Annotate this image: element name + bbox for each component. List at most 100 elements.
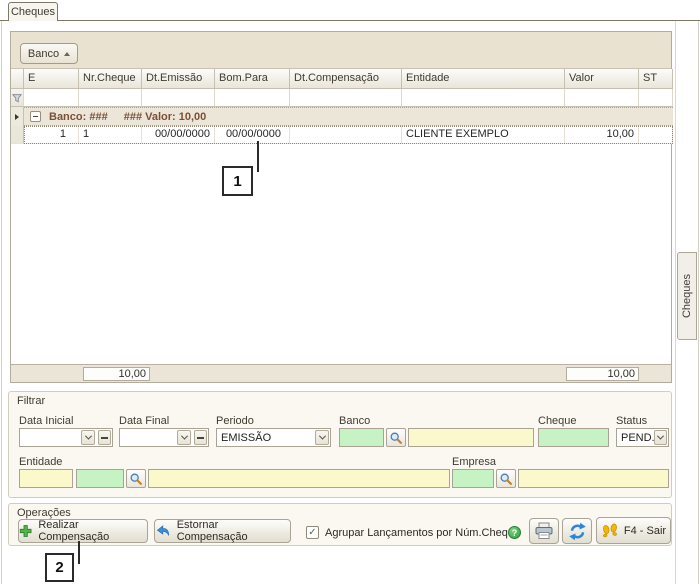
entidade-extra-input[interactable] [19, 469, 73, 488]
data-final-field[interactable] [119, 428, 209, 447]
entidade-description-input[interactable] [148, 469, 450, 488]
empresa-code-input[interactable] [452, 469, 494, 488]
chevron-down-icon [180, 433, 187, 440]
cell-bom-para[interactable]: 00/00/0000 [215, 126, 290, 144]
realizar-compensacao-label: Realizar Compensação [38, 519, 147, 543]
periodo-combobox[interactable]: EMISSÃO [216, 428, 331, 447]
banco-search-button[interactable] [386, 428, 406, 447]
operacoes-groupbox: Operações Realizar Compensação Estornar … [8, 503, 672, 546]
group-row-indicator [11, 107, 24, 126]
grid-footer: 10,00 10,00 [11, 364, 671, 382]
side-tab-cheques[interactable]: Cheques [677, 252, 697, 340]
undo-arrow-icon [155, 524, 171, 538]
cheque-input[interactable] [538, 428, 609, 447]
data-final-dropdown-button[interactable] [177, 430, 191, 445]
chevron-down-icon [84, 433, 91, 440]
cell-e[interactable]: 1 [24, 126, 79, 144]
group-row-banco[interactable]: Banco: ### ### Valor: 10,00 [24, 107, 673, 126]
empresa-description-input[interactable] [518, 469, 669, 488]
group-row-left-text: Banco: ### [49, 111, 108, 123]
filter-cell-e[interactable] [24, 89, 79, 107]
column-header-valor[interactable]: Valor [565, 69, 639, 89]
status-combobox[interactable]: PEND... [616, 428, 669, 447]
data-final-clear-button[interactable] [194, 430, 207, 445]
refresh-icon [568, 522, 587, 541]
f4-sair-button[interactable]: F4 - Sair [596, 517, 671, 544]
filter-cell-bom-para[interactable] [215, 89, 290, 107]
side-tab-cheques-label: Cheques [681, 274, 693, 318]
column-header-nr-cheque[interactable]: Nr.Cheque [79, 69, 142, 89]
tab-cheques[interactable]: Cheques [8, 2, 58, 21]
banco-code-input[interactable] [339, 428, 384, 447]
printer-icon [534, 522, 554, 540]
tab-cheques-label: Cheques [11, 6, 55, 18]
agrupar-checkbox[interactable]: ✓ [306, 526, 319, 539]
banco-description-input[interactable] [408, 428, 534, 447]
page-border-right [698, 21, 699, 584]
cell-dt-compensacao[interactable] [290, 126, 402, 144]
entidade-label: Entidade [19, 456, 62, 468]
column-header-dt-compensacao[interactable]: Dt.Compensação [290, 69, 402, 89]
data-final-label: Data Final [119, 415, 169, 427]
periodo-value: EMISSÃO [221, 432, 271, 444]
group-by-band: Banco [11, 32, 671, 69]
cell-dt-emissao[interactable]: 00/00/0000 [142, 126, 215, 144]
collapse-group-button[interactable] [30, 111, 41, 122]
agrupar-checkbox-label: Agrupar Lançamentos por Núm.Cheque [325, 527, 520, 539]
data-inicial-dropdown-button[interactable] [81, 430, 95, 445]
filter-cell-entidade[interactable] [402, 89, 565, 107]
filtrar-groupbox: Filtrar Data Inicial Data Final Periodo … [8, 391, 672, 498]
cheque-label: Cheque [538, 415, 577, 427]
check-icon: ✓ [308, 527, 316, 538]
periodo-dropdown-button[interactable] [315, 430, 329, 445]
filtrar-title: Filtrar [17, 395, 45, 407]
f4-sair-label: F4 - Sair [624, 525, 666, 537]
filter-cell-dt-emissao[interactable] [142, 89, 215, 107]
sort-asc-icon [64, 52, 70, 56]
estornar-compensacao-label: Estornar Compensação [177, 519, 290, 543]
data-inicial-clear-button[interactable] [98, 430, 111, 445]
data-row-indicator [11, 126, 24, 144]
column-header-dt-emissao[interactable]: Dt.Emissão [142, 69, 215, 89]
cheques-window: Cheques Banco E Nr.Cheque Dt.Emissão Bom… [0, 0, 700, 584]
footer-sum-nr-cheque: 10,00 [83, 367, 150, 381]
refresh-button[interactable] [562, 518, 592, 544]
chevron-down-icon [318, 433, 325, 440]
banco-label: Banco [339, 415, 370, 427]
group-by-banco-chip[interactable]: Banco [20, 43, 78, 64]
chevron-down-icon [657, 433, 664, 440]
callout-2-box: 2 [45, 553, 74, 582]
estornar-compensacao-button[interactable]: Estornar Compensação [154, 519, 291, 543]
column-header-entidade[interactable]: Entidade [402, 69, 565, 89]
operacoes-title: Operações [17, 507, 71, 519]
column-header-bom-para[interactable]: Bom.Para [215, 69, 290, 89]
cell-nr-cheque[interactable]: 1 [79, 126, 142, 144]
footer-sum-valor: 10,00 [566, 367, 639, 381]
callout-1-box: 1 [222, 166, 253, 196]
realizar-compensacao-button[interactable]: Realizar Compensação [18, 519, 148, 543]
dock-strip-divider [675, 21, 676, 584]
minus-icon [197, 437, 204, 439]
search-icon [499, 472, 513, 486]
cell-st[interactable] [639, 126, 673, 144]
filter-cell-dt-compensacao[interactable] [290, 89, 402, 107]
entidade-search-button[interactable] [126, 469, 146, 488]
filter-cell-st[interactable] [639, 89, 673, 107]
filter-row-indicator [11, 89, 24, 107]
column-header-st[interactable]: ST [639, 69, 673, 89]
group-by-banco-label: Banco [28, 48, 59, 60]
filter-cell-valor[interactable] [565, 89, 639, 107]
help-icon[interactable]: ? [508, 526, 521, 539]
filter-cell-nr-cheque[interactable] [79, 89, 142, 107]
empresa-search-button[interactable] [496, 469, 516, 488]
status-dropdown-button[interactable] [654, 430, 667, 445]
column-header-e[interactable]: E [24, 69, 79, 89]
callout-2-line [78, 541, 80, 564]
data-inicial-field[interactable] [19, 428, 113, 447]
filter-funnel-icon [12, 93, 22, 103]
cell-entidade[interactable]: CLIENTE EXEMPLO [402, 126, 565, 144]
print-button[interactable] [529, 518, 559, 544]
cell-valor[interactable]: 10,00 [565, 126, 639, 144]
row-arrow-icon [15, 114, 19, 120]
entidade-code-input[interactable] [76, 469, 124, 488]
